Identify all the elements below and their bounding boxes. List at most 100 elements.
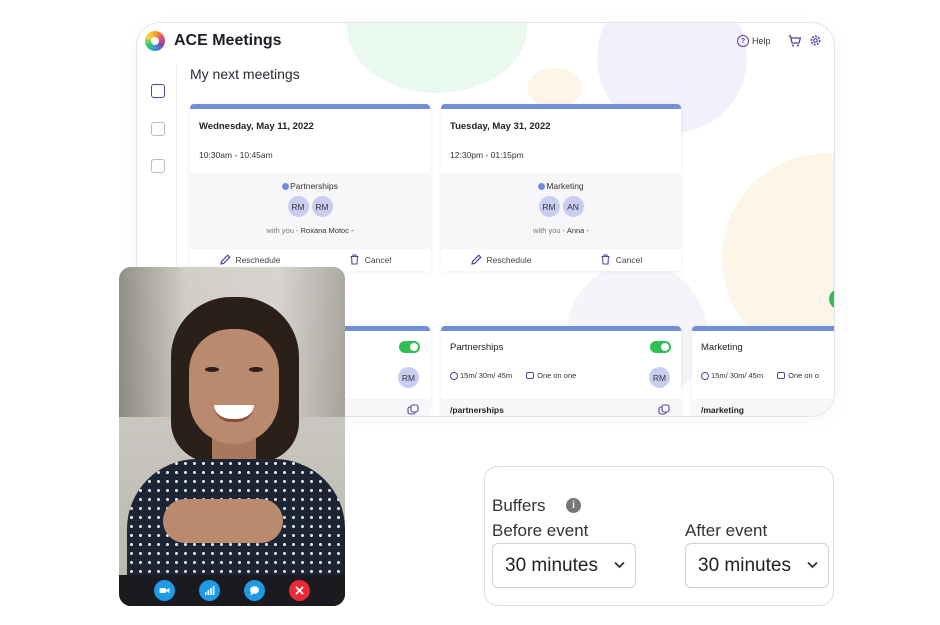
avatar: RM	[538, 196, 560, 217]
before-event-label: Before event	[492, 521, 589, 540]
event-link-row: /marketing	[692, 399, 834, 416]
reschedule-label: Reschedule	[235, 254, 281, 265]
meeting-time: 12:30pm - 01:15pm	[450, 150, 524, 160]
camera-button[interactable]	[154, 580, 175, 601]
before-event-select[interactable]: 30 minutes	[492, 543, 636, 588]
meetings-nav-icon[interactable]	[151, 84, 165, 98]
with-name: Anna -	[566, 226, 589, 235]
meeting-date: Tuesday, May 31, 2022	[450, 121, 551, 132]
trash-icon	[350, 254, 359, 265]
with-prefix: with you -	[533, 226, 566, 235]
buffers-title: Buffers	[492, 496, 546, 515]
before-event-value: 30 minutes	[505, 554, 598, 576]
trash-icon	[601, 254, 610, 265]
video-icon	[159, 588, 170, 593]
calendar-nav-icon[interactable]	[151, 122, 165, 136]
avatar: RM	[649, 367, 670, 388]
event-toggle[interactable]	[650, 341, 671, 353]
help-icon: ?	[737, 35, 749, 47]
pencil-icon	[470, 254, 482, 265]
with-name: Roxana Motoc -	[300, 226, 354, 235]
meeting-date: Wednesday, May 11, 2022	[199, 121, 314, 132]
cancel-button[interactable]: Cancel	[561, 254, 681, 265]
app-logo[interactable]	[145, 31, 165, 51]
meeting-with: with you - Roxana Motoc -	[190, 226, 430, 235]
chevron-down-icon	[807, 561, 818, 569]
event-meta: 15m/ 30m/ 45m One on one	[450, 371, 576, 380]
video-person-eye	[249, 367, 263, 372]
event-slug[interactable]: /marketing	[701, 405, 744, 415]
meeting-details: Marketing RM AN with you - Anna -	[441, 173, 681, 249]
meeting-actions: Reschedule Cancel	[441, 254, 681, 265]
avatar: RM	[287, 196, 309, 217]
category-dot	[282, 183, 290, 190]
after-event-value: 30 minutes	[698, 554, 791, 576]
meeting-actions: Reschedule Cancel	[190, 254, 430, 265]
with-prefix: with you -	[266, 226, 299, 235]
app-title: ACE Meetings	[174, 32, 282, 49]
avatar: AN	[562, 196, 584, 217]
event-meta: 15m/ 30m/ 45m One on o	[701, 371, 819, 380]
event-format: One on one	[537, 371, 577, 380]
background-blob	[347, 23, 527, 93]
event-type-card: Partnerships 15m/ 30m/ 45m One on one RM…	[441, 326, 681, 416]
category-dot	[538, 183, 546, 190]
event-format: One on o	[788, 371, 819, 380]
after-event-label: After event	[685, 521, 768, 540]
chat-icon	[777, 372, 786, 379]
meeting-category-label: Marketing	[546, 181, 584, 191]
call-controls	[119, 575, 345, 606]
event-durations: 15m/ 30m/ 45m	[460, 371, 513, 380]
reschedule-button[interactable]: Reschedule	[441, 254, 561, 265]
end-call-button[interactable]	[289, 580, 310, 601]
clock-icon	[450, 371, 458, 380]
end-call-icon	[295, 586, 304, 595]
buffers-panel: Buffers i Before event After event 30 mi…	[484, 466, 834, 606]
reschedule-button[interactable]: Reschedule	[190, 254, 310, 265]
event-durations: 15m/ 30m/ 45m	[711, 371, 764, 380]
event-types-nav-icon[interactable]	[151, 159, 165, 173]
meeting-card: Tuesday, May 31, 2022 12:30pm - 01:15pm …	[441, 104, 681, 271]
attendee-avatars: RM RM	[190, 196, 430, 217]
chevron-down-icon	[614, 561, 625, 569]
meeting-card: Wednesday, May 11, 2022 10:30am - 10:45a…	[190, 104, 430, 271]
cancel-label: Cancel	[364, 254, 392, 265]
info-icon[interactable]: i	[566, 498, 581, 513]
event-slug[interactable]: /partnerships	[450, 405, 504, 415]
chat-bubble-icon	[250, 586, 259, 596]
video-person-face	[189, 329, 279, 444]
meeting-category-label: Partnerships	[290, 181, 338, 191]
event-type-name: Marketing	[701, 342, 743, 353]
meeting-details: Partnerships RM RM with you - Roxana Mot…	[190, 173, 430, 249]
gear-icon[interactable]	[809, 34, 822, 47]
chat-icon	[526, 372, 535, 379]
avatar: RM	[398, 367, 419, 388]
copy-icon[interactable]	[658, 404, 670, 416]
background-blob	[527, 68, 582, 108]
chat-button[interactable]	[244, 580, 265, 601]
video-call-window	[119, 267, 345, 606]
signal-button[interactable]	[199, 580, 220, 601]
help-link[interactable]: ? Help	[737, 35, 771, 47]
meeting-category: Marketing	[441, 181, 681, 191]
meeting-category: Partnerships	[190, 181, 430, 191]
meeting-with: with you - Anna -	[441, 226, 681, 235]
pencil-icon	[219, 254, 231, 265]
help-label: Help	[752, 36, 771, 46]
event-toggle[interactable]	[399, 341, 420, 353]
event-link-row: /partnerships	[441, 399, 681, 416]
video-person-hands	[163, 499, 283, 543]
cancel-button[interactable]: Cancel	[310, 254, 430, 265]
reschedule-label: Reschedule	[486, 254, 532, 265]
event-type-card: Marketing 15m/ 30m/ 45m One on o /market…	[692, 326, 834, 416]
section-title: My next meetings	[190, 66, 300, 82]
meeting-time: 10:30am - 10:45am	[199, 150, 273, 160]
cancel-label: Cancel	[615, 254, 643, 265]
copy-icon[interactable]	[407, 404, 419, 416]
cart-icon[interactable]	[788, 35, 801, 47]
video-person-eye	[205, 367, 219, 372]
after-event-select[interactable]: 30 minutes	[685, 543, 829, 588]
event-type-name: Partnerships	[450, 342, 504, 353]
signal-icon	[205, 586, 215, 595]
attendee-avatars: RM AN	[441, 196, 681, 217]
